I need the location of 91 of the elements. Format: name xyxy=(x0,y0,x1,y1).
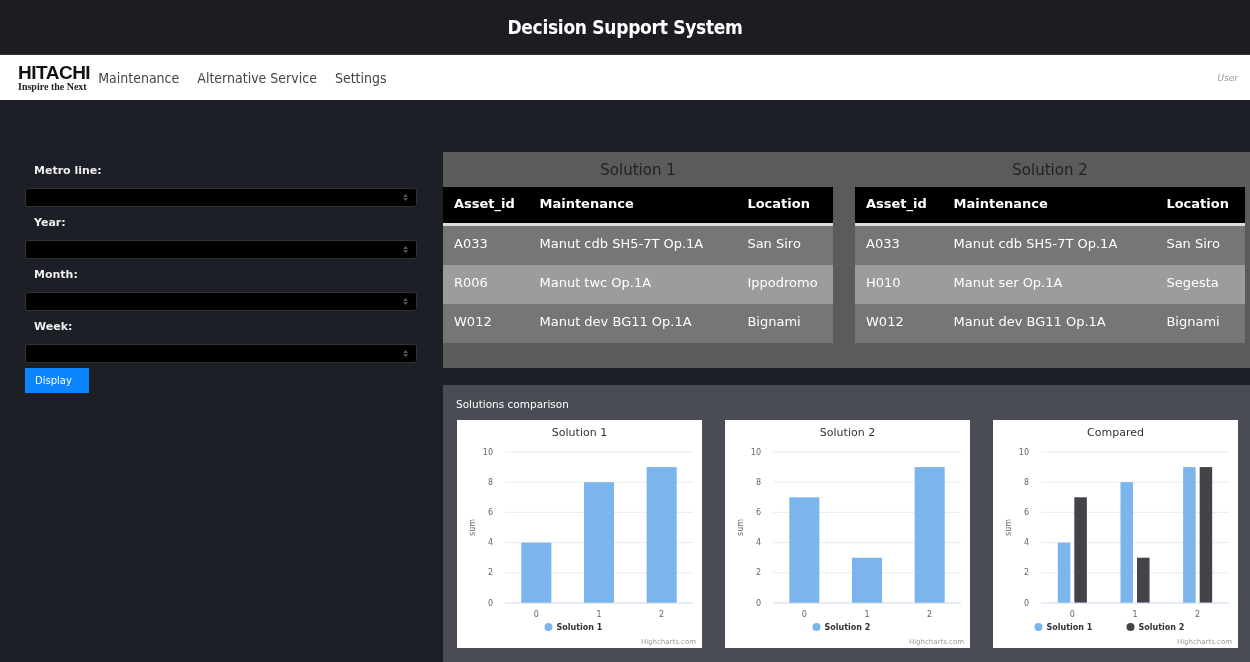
column-header: Asset_id xyxy=(443,187,529,225)
legend-dot xyxy=(1034,623,1043,631)
y-tick-label: 4 xyxy=(755,538,761,548)
x-tick-label: 2 xyxy=(927,610,933,619)
y-tick-label: 8 xyxy=(1023,477,1029,487)
nav-link[interactable]: Maintenance xyxy=(98,69,180,86)
y-tick-label: 4 xyxy=(1023,538,1029,548)
x-tick-label: 1 xyxy=(596,610,602,619)
x-tick-label: 2 xyxy=(1195,610,1201,619)
table-cell: Manut cdb SH5-7T Op.1A xyxy=(528,224,737,265)
legend-label[interactable]: Solution 1 xyxy=(556,623,603,632)
panel-title: Solutions comparison xyxy=(455,397,570,412)
y-axis-label: sum xyxy=(1004,519,1013,536)
y-tick-label: 2 xyxy=(1023,568,1029,578)
y-tick-label: 2 xyxy=(487,568,493,578)
x-tick-label: 2 xyxy=(659,610,665,619)
y-tick-label: 10 xyxy=(482,447,493,457)
table-cell: Bignami xyxy=(1155,304,1245,343)
table-cell: W012 xyxy=(443,304,529,343)
nav-link[interactable]: Settings xyxy=(334,69,387,86)
field-label: Metro line: xyxy=(33,163,103,179)
table-cell: Bignami xyxy=(736,304,833,343)
app-title: Decision Support System xyxy=(507,16,743,38)
field-label: Week: xyxy=(33,319,74,335)
table-title: Solution 2 xyxy=(1011,160,1089,181)
table-cell: H010 xyxy=(855,265,943,304)
dropdown-field[interactable] xyxy=(25,240,417,259)
table-cell: Segesta xyxy=(1155,265,1245,304)
x-tick-label: 0 xyxy=(1069,610,1075,619)
table-cell: A033 xyxy=(443,224,529,265)
dropdown-arrow-icon xyxy=(403,246,408,253)
field-label: Month: xyxy=(33,267,79,283)
table-cell: Manut dev BG11 Op.1A xyxy=(528,304,737,343)
table-cell: San Siro xyxy=(736,224,833,265)
legend-dot xyxy=(812,623,821,631)
y-tick-label: 6 xyxy=(755,507,761,517)
x-tick-label: 0 xyxy=(801,610,807,619)
dropdown-field[interactable] xyxy=(25,188,417,207)
table-cell: Manut dev BG11 Op.1A xyxy=(942,304,1156,343)
y-tick-label: 6 xyxy=(1023,507,1029,517)
y-tick-label: 0 xyxy=(1023,598,1029,608)
table-cell: Manut twc Op.1A xyxy=(528,265,737,304)
table-title: Solution 1 xyxy=(599,160,677,181)
table-cell: San Siro xyxy=(1155,224,1245,265)
y-tick-label: 10 xyxy=(1018,447,1029,457)
x-tick-label: 1 xyxy=(864,610,870,619)
dropdown-arrow-icon xyxy=(403,350,408,357)
column-header: Maintenance xyxy=(942,187,1156,225)
y-tick-label: 10 xyxy=(750,447,761,457)
column-header: Location xyxy=(736,187,833,225)
y-tick-label: 8 xyxy=(755,477,761,487)
y-tick-label: 8 xyxy=(487,477,493,487)
dropdown-arrow-icon xyxy=(403,194,408,201)
table-cell: Ippodromo xyxy=(736,265,833,304)
legend-label[interactable]: Solution 1 xyxy=(1046,623,1093,632)
bar xyxy=(1057,542,1071,603)
table-cell: Manut cdb SH5-7T Op.1A xyxy=(942,224,1156,265)
column-header: Asset_id xyxy=(855,187,943,225)
y-tick-label: 0 xyxy=(755,598,761,608)
y-tick-label: 0 xyxy=(487,598,493,608)
legend-label[interactable]: Solution 2 xyxy=(824,623,871,632)
y-tick-label: 6 xyxy=(487,507,493,517)
chart-title: Solution 2 xyxy=(819,426,876,439)
dropdown-field[interactable] xyxy=(25,292,417,311)
dropdown-field[interactable] xyxy=(25,344,417,363)
table-cell: A033 xyxy=(855,224,943,265)
x-tick-label: 1 xyxy=(1132,610,1138,619)
y-tick-label: 4 xyxy=(487,538,493,548)
dropdown-arrow-icon xyxy=(403,298,408,305)
field-label: Year: xyxy=(33,215,67,231)
legend-dot xyxy=(1126,623,1135,631)
table-cell: Manut ser Op.1A xyxy=(942,265,1156,304)
table-cell: W012 xyxy=(855,304,943,343)
y-axis-label: sum xyxy=(736,519,745,536)
display-button[interactable]: Display xyxy=(25,368,89,393)
nav-link[interactable]: Alternative Service xyxy=(197,69,317,86)
y-tick-label: 2 xyxy=(755,568,761,578)
x-tick-label: 0 xyxy=(533,610,539,619)
column-header: Maintenance xyxy=(528,187,737,225)
chart-title: Compared xyxy=(1087,426,1144,439)
logo-wordmark: HITACHI xyxy=(18,63,91,82)
legend-label[interactable]: Solution 2 xyxy=(1138,623,1185,632)
legend-dot xyxy=(544,623,553,631)
table-cell: R006 xyxy=(443,265,529,304)
chart-title: Solution 1 xyxy=(551,426,608,439)
y-axis-label: sum xyxy=(468,519,477,536)
bar xyxy=(521,542,552,603)
column-header: Location xyxy=(1155,187,1245,225)
bar xyxy=(851,557,883,603)
logo-tagline: Inspire the Next xyxy=(18,82,87,92)
bar xyxy=(1137,557,1150,603)
